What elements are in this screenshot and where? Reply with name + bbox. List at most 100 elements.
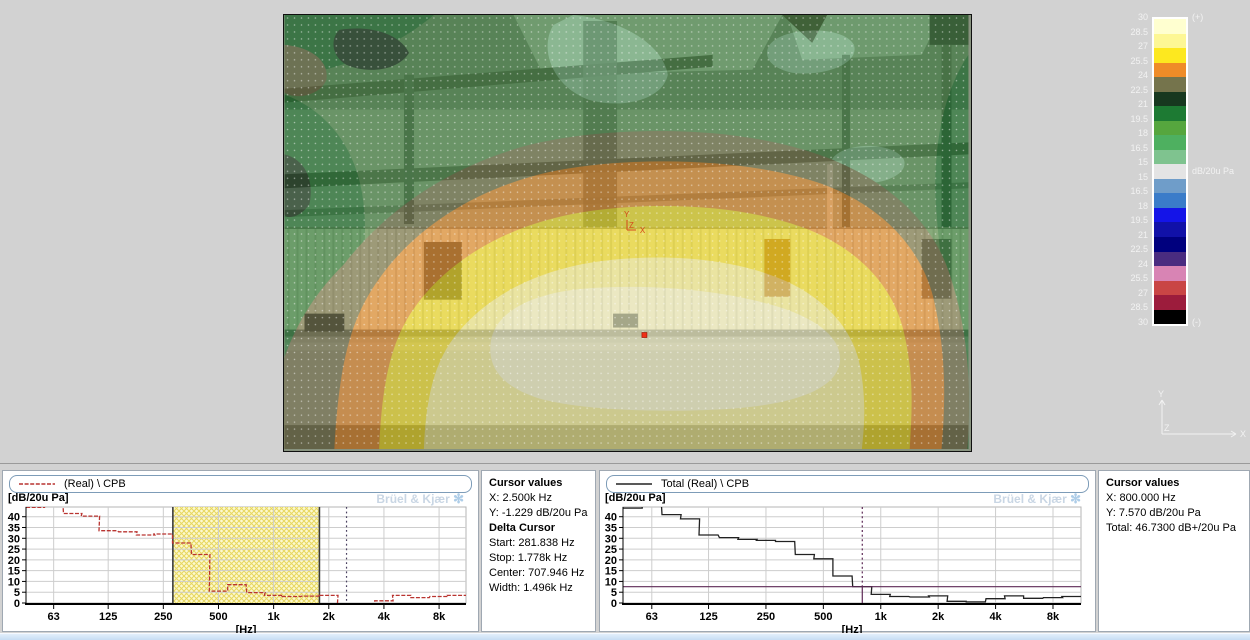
colorbar-segment <box>1154 48 1186 63</box>
red-dashed-line-sample-icon <box>18 480 56 488</box>
colorbar-tick-label: 27 <box>1106 41 1148 51</box>
colorbar-tick-label: 21 <box>1106 99 1148 109</box>
axis-tick-label: 25 <box>605 544 617 556</box>
delta-start-readout: Start: 281.838 Hz <box>489 536 588 551</box>
total-cpb-spectrum-plot[interactable]: 0510152025303540631252505001k2k4k8k[Hz] <box>601 501 1094 633</box>
delta-stop-readout: Stop: 1.778k Hz <box>489 551 588 566</box>
axis-tick-label: 30 <box>605 533 617 545</box>
colorbar-tick-label: 15 <box>1106 172 1148 182</box>
axis-orientation-indicator: Y Z X <box>1148 388 1248 442</box>
colorbar-tick-label: 27 <box>1106 288 1148 298</box>
axis-tick-label: 5 <box>14 587 20 599</box>
colorbar-plus-label: (+) <box>1192 12 1203 22</box>
axis-tick-label: 35 <box>8 522 20 534</box>
sound-map-panel: Y Z X 3028.52725.52422.52119.51816.51515… <box>0 0 1250 464</box>
colorbar-tick-label: 25.5 <box>1106 273 1148 283</box>
colorbar-segment <box>1154 208 1186 223</box>
colorbar-segment <box>1154 135 1186 150</box>
axis-tick-label: 30 <box>8 533 20 545</box>
colorbar-segment <box>1154 106 1186 121</box>
axis-tick-label: 0 <box>611 598 617 610</box>
map-axis-x-label: X <box>640 226 646 235</box>
axis-tick-label: 125 <box>99 611 117 623</box>
colorbar-tick-label: 21 <box>1106 230 1148 240</box>
delta-center-readout: Center: 707.946 Hz <box>489 566 588 581</box>
left-chart-legend-label: (Real) \ CPB <box>64 478 126 490</box>
colorbar-tick-label: 15 <box>1106 157 1148 167</box>
cursor-x-readout: X: 2.500k Hz <box>489 491 588 506</box>
delta-width-readout: Width: 1.496k Hz <box>489 581 588 596</box>
black-line-sample-icon <box>615 480 653 488</box>
colorbar-tick-label: 19.5 <box>1106 215 1148 225</box>
colorbar[interactable] <box>1152 17 1188 326</box>
colorbar-tick-label: 22.5 <box>1106 85 1148 95</box>
axis-tick-label: 40 <box>605 512 617 524</box>
colorbar-tick-label: 25.5 <box>1106 56 1148 66</box>
indicator-x-label: X <box>1240 429 1246 439</box>
colorbar-unit-label: dB/20u Pa <box>1192 166 1234 176</box>
colorbar-tick-label: 16.5 <box>1106 143 1148 153</box>
colorbar-segment <box>1154 121 1186 136</box>
colorbar-tick-label: 24 <box>1106 70 1148 80</box>
docked-window-edge[interactable] <box>0 633 1250 640</box>
axis-tick-label: 4k <box>378 611 391 623</box>
cpb-spectrum-plot[interactable]: 0510152025303540631252505001k2k4k8k[Hz] <box>4 501 479 633</box>
colorbar-segment <box>1154 63 1186 78</box>
colorbar-segment <box>1154 237 1186 252</box>
cursor-values-panel-right: Cursor values X: 800.000 Hz Y: 7.570 dB/… <box>1098 470 1250 632</box>
colorbar-segment <box>1154 266 1186 281</box>
colorbar-tick-label: 28.5 <box>1106 302 1148 312</box>
axis-tick-label: 2k <box>323 611 336 623</box>
cursor-values-title: Cursor values <box>489 476 588 491</box>
cursor-values-panel-left: Cursor values X: 2.500k Hz Y: -1.229 dB/… <box>481 470 596 632</box>
colorbar-segment <box>1154 179 1186 194</box>
axis-tick-label: 5 <box>611 587 617 599</box>
axis-tick-label: 500 <box>814 611 832 623</box>
axis-tick-label: 500 <box>209 611 227 623</box>
axis-tick-label: 125 <box>699 611 717 623</box>
indicator-y-label: Y <box>1158 389 1164 399</box>
cursor-x-readout: X: 800.000 Hz <box>1106 491 1242 506</box>
axis-tick-label: 1k <box>875 611 888 623</box>
axis-tick-label: 1k <box>268 611 281 623</box>
cursor-values-title: Cursor values <box>1106 476 1242 491</box>
axis-tick-label: 63 <box>48 611 60 623</box>
map-axis-y-label: Y <box>624 210 630 219</box>
map-axis-z-label: Z <box>629 221 634 230</box>
colorbar-tick-label: 30 <box>1106 317 1148 327</box>
axis-tick-label: 0 <box>14 598 20 610</box>
measurement-grid-dots <box>285 15 969 449</box>
axis-tick-label: 20 <box>605 555 617 567</box>
axis-tick-label: 250 <box>154 611 172 623</box>
colorbar-segment <box>1154 252 1186 267</box>
cursor-y-readout: Y: -1.229 dB/20u Pa <box>489 506 588 521</box>
axis-tick-label: 63 <box>646 611 658 623</box>
axis-tick-label: 15 <box>605 566 617 578</box>
x-axis-unit-label: [Hz] <box>236 624 257 633</box>
colorbar-tick-label: 24 <box>1106 259 1148 269</box>
noise-mapping-application: Y Z X 3028.52725.52422.52119.51816.51515… <box>0 0 1250 640</box>
colorbar-segment <box>1154 19 1186 34</box>
colorbar-segment <box>1154 295 1186 310</box>
map-hotspot-marker[interactable] <box>642 333 647 338</box>
axis-tick-label: 35 <box>605 522 617 534</box>
colorbar-segment <box>1154 193 1186 208</box>
colorbar-segment <box>1154 281 1186 296</box>
colorbar-tick-label: 30 <box>1106 12 1148 22</box>
axis-tick-label: 15 <box>8 566 20 578</box>
colorbar-segment <box>1154 92 1186 107</box>
colorbar-tick-label: 16.5 <box>1106 186 1148 196</box>
axis-tick-label: 8k <box>1047 611 1060 623</box>
axis-tick-label: 2k <box>932 611 945 623</box>
colorbar-segment <box>1154 77 1186 92</box>
axis-tick-label: 20 <box>8 555 20 567</box>
x-axis-unit-label: [Hz] <box>842 624 863 633</box>
indicator-z-label: Z <box>1164 423 1170 433</box>
right-chart-legend-label: Total (Real) \ CPB <box>661 478 749 490</box>
sound-map-canvas[interactable]: Y Z X <box>284 15 969 449</box>
cursor-total-readout: Total: 46.7300 dB+/20u Pa <box>1106 521 1242 536</box>
axis-tick-label: 4k <box>989 611 1002 623</box>
axis-tick-label: 8k <box>433 611 446 623</box>
axis-tick-label: 40 <box>8 512 20 524</box>
colorbar-segment <box>1154 164 1186 179</box>
